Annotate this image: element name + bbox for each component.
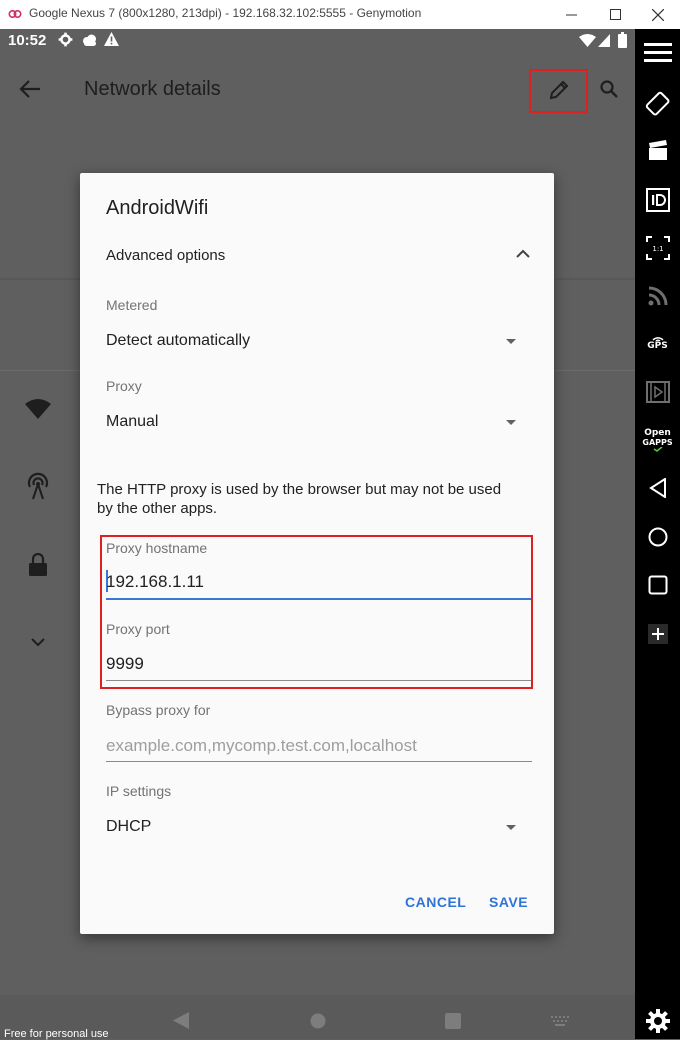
bypass-proxy-placeholder: example.com,mycomp.test.com,localhost: [106, 736, 417, 755]
gps-label: GPS: [647, 341, 668, 351]
home-circle-icon: [648, 527, 667, 547]
highlight-box-proxy-fields: [100, 535, 533, 689]
opengapps-label-line1: Open: [644, 428, 671, 438]
ip-settings-label: IP settings: [106, 783, 172, 799]
genymotion-logo-icon: [8, 9, 22, 19]
opengapps-button[interactable]: Open GAPPS: [635, 429, 680, 452]
sidebar-recents-button[interactable]: [635, 575, 680, 595]
proxy-label: Proxy: [106, 378, 142, 394]
watermark-text: Free for personal use: [4, 1028, 109, 1040]
warning-icon: [104, 32, 119, 46]
status-bar: 10:52: [0, 29, 635, 53]
checkmark-icon: [653, 447, 662, 452]
chevron-down-icon: [31, 638, 45, 647]
wifi-status-icon: [579, 34, 596, 47]
proxy-value: Manual: [106, 413, 159, 430]
plus-icon: [647, 624, 668, 644]
dropdown-arrow-icon: [506, 339, 516, 344]
rotate-button[interactable]: [635, 91, 680, 117]
chevron-up-icon: [516, 249, 530, 258]
dropdown-arrow-icon: [506, 825, 516, 830]
scale-label: 1:1: [652, 245, 663, 253]
save-button[interactable]: SAVE: [489, 894, 528, 910]
opengapps-label-line2: GAPPS: [642, 438, 673, 447]
ip-settings-value: DHCP: [106, 818, 152, 835]
maximize-icon: [609, 9, 621, 20]
app-bar: Network details: [0, 53, 635, 125]
cancel-button[interactable]: CANCEL: [405, 894, 466, 910]
clapperboard-icon: [648, 140, 667, 160]
page-title: Network details: [84, 78, 221, 100]
id-card-icon: [645, 188, 670, 212]
lock-icon: [29, 553, 47, 576]
expand-arrows-icon: 1:1: [645, 236, 670, 260]
back-arrow-icon[interactable]: [19, 79, 41, 99]
edit-pencil-icon[interactable]: [548, 79, 570, 101]
advanced-options-toggle[interactable]: Advanced options: [106, 235, 532, 275]
proxy-helper-text: The HTTP proxy is used by the browser bu…: [97, 481, 502, 517]
settings-button[interactable]: [635, 1009, 680, 1033]
pixel-perfect-button[interactable]: 1:1: [635, 235, 680, 261]
wifi-icon: [25, 399, 51, 419]
device-screen: 10:52 Network details AndroidWifi Advanc…: [0, 29, 635, 1039]
sidebar-back-button[interactable]: [635, 478, 680, 498]
status-time: 10:52: [8, 32, 47, 49]
search-icon[interactable]: [599, 79, 619, 99]
nav-back-icon[interactable]: [173, 1012, 189, 1029]
ip-settings-dropdown[interactable]: DHCP: [106, 811, 530, 845]
metered-dropdown[interactable]: Detect automatically: [106, 325, 530, 359]
bypass-proxy-label: Bypass proxy for: [106, 702, 211, 718]
cloud-icon: [83, 34, 96, 46]
metered-label: Metered: [106, 297, 158, 313]
metered-value: Detect automatically: [106, 332, 251, 349]
minimize-icon: [565, 14, 577, 16]
bypass-proxy-underline: [106, 761, 532, 762]
cell-signal-icon: [598, 34, 610, 47]
dropdown-arrow-icon: [506, 420, 516, 425]
hamburger-menu-icon: [643, 43, 672, 62]
rss-feed-icon: [648, 286, 667, 306]
recents-square-icon: [648, 575, 667, 595]
advanced-options-label: Advanced options: [106, 247, 226, 264]
maximize-button[interactable]: [592, 0, 638, 29]
hotspot-icon: [27, 472, 49, 500]
gps-button[interactable]: GPS: [635, 333, 680, 351]
nav-recents-icon[interactable]: [445, 1013, 461, 1029]
nav-home-icon[interactable]: [310, 1013, 326, 1029]
back-triangle-icon: [648, 478, 666, 498]
battery-icon: [618, 32, 627, 48]
film-play-icon: [645, 381, 670, 403]
close-icon: [652, 8, 664, 21]
keyboard-icon[interactable]: [551, 1016, 569, 1026]
device-id-button[interactable]: [635, 188, 680, 212]
window-title: Google Nexus 7 (800x1280, 213dpi) - 192.…: [29, 6, 422, 20]
more-options-button[interactable]: [635, 624, 680, 644]
screencast-button[interactable]: [635, 140, 680, 162]
settings-gear-icon: [58, 32, 73, 47]
sidebar-home-button[interactable]: [635, 527, 680, 547]
gear-icon: [645, 1009, 670, 1033]
wifi-rss-button[interactable]: [635, 285, 680, 307]
proxy-dropdown[interactable]: Manual: [106, 406, 530, 440]
media-button[interactable]: [635, 381, 680, 403]
bypass-proxy-input[interactable]: example.com,mycomp.test.com,localhost: [106, 729, 532, 763]
menu-button[interactable]: [635, 43, 680, 63]
dialog-title: AndroidWifi: [106, 197, 209, 219]
rotate-device-icon: [645, 91, 669, 116]
wifi-dialog: AndroidWifi Advanced options Metered Det…: [80, 173, 554, 934]
genymotion-toolbar: 1:1 GPS Open GAPPS: [635, 29, 680, 1039]
close-window-button[interactable]: [636, 0, 680, 29]
gps-signal-icon: [651, 337, 664, 341]
window-title-bar: Google Nexus 7 (800x1280, 213dpi) - 192.…: [0, 0, 680, 30]
minimize-button[interactable]: [548, 0, 594, 29]
